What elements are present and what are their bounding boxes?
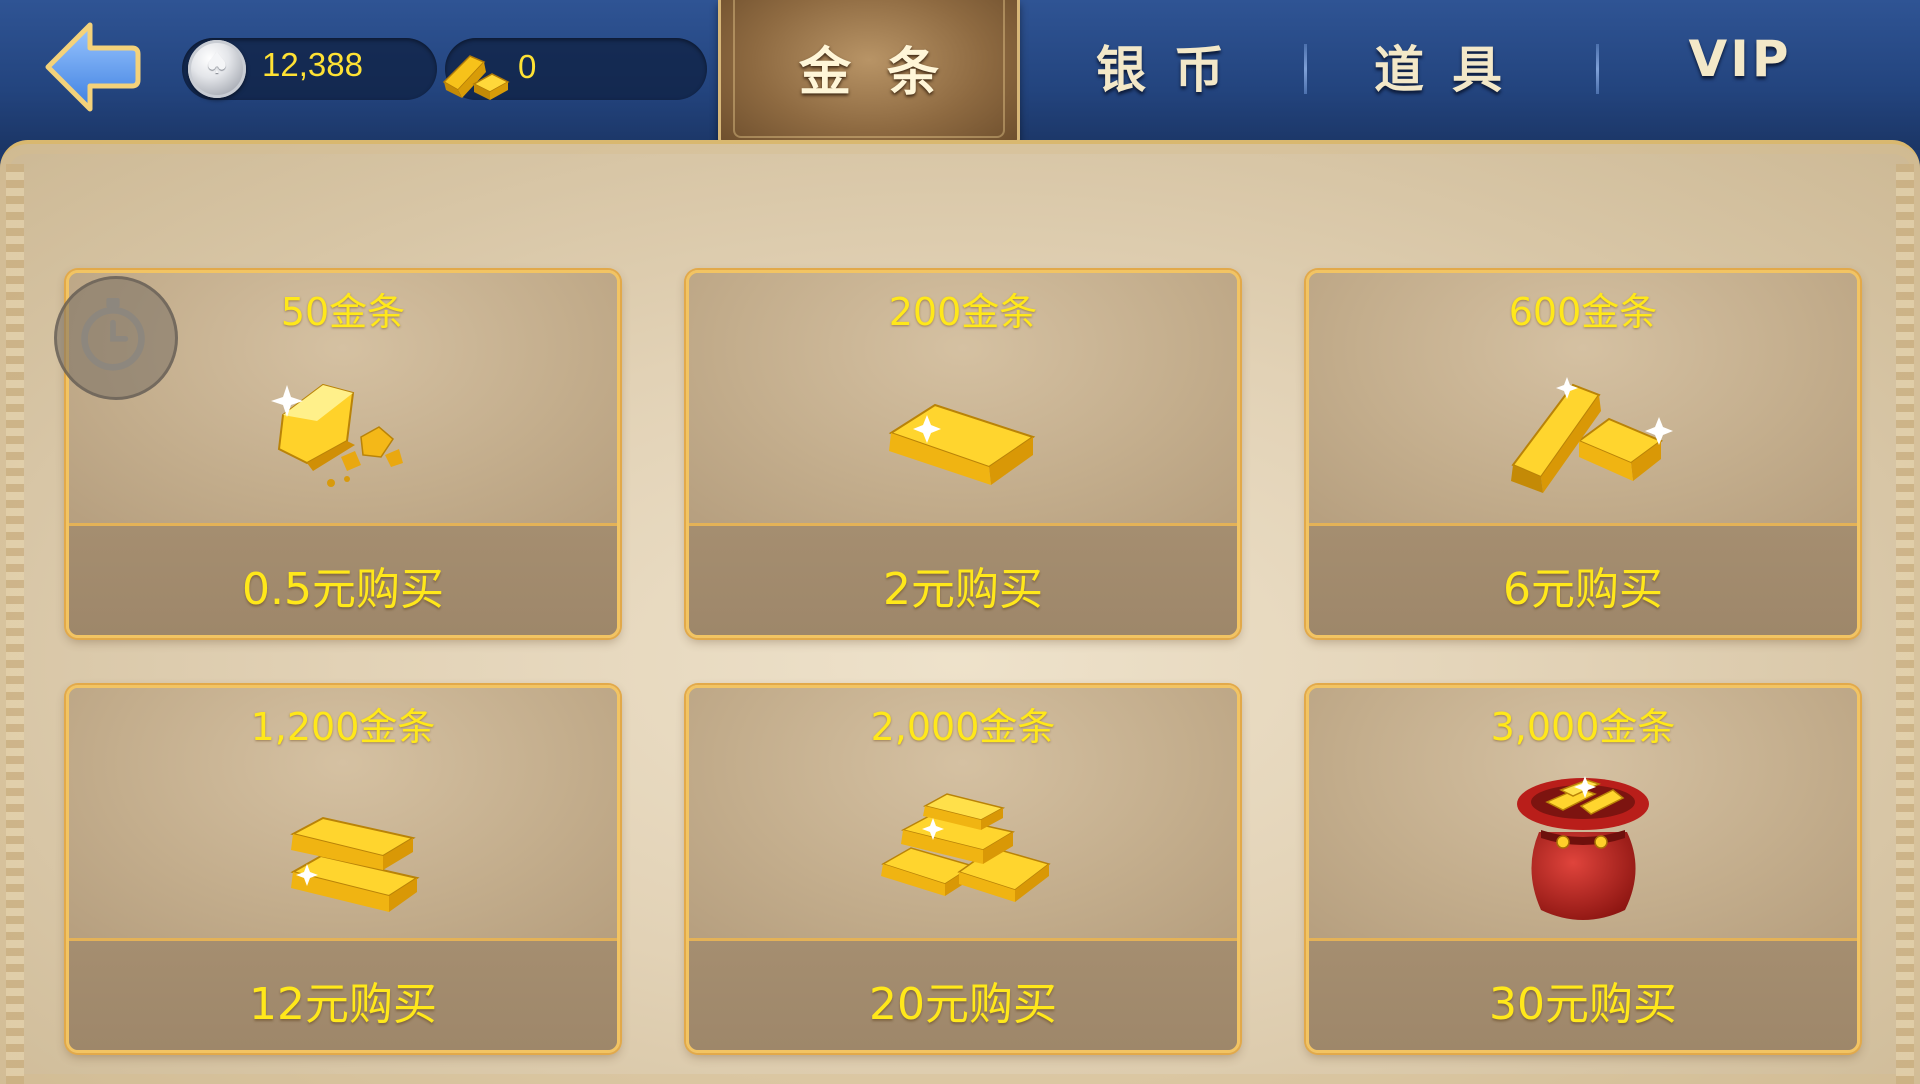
silver-balance: 12,388 [262,46,363,83]
stopwatch-icon [81,297,145,371]
timer-float-button[interactable] [54,276,178,400]
buy-price-button[interactable]: 2元购买 [689,553,1237,617]
buy-price-button[interactable]: 0.5元购买 [69,553,617,617]
stacked-gold-bars-icon [290,816,420,912]
product-card[interactable]: 1,200金条 12元购买 [66,685,620,1053]
two-gold-bars-icon [1511,377,1673,493]
buy-price-button[interactable]: 12元购买 [69,968,617,1032]
product-card[interactable]: 2,000金条 20元购买 [686,685,1240,1053]
tab-separator [1596,44,1599,94]
product-card[interactable]: 3,000金条 30元购买 [1306,685,1860,1053]
panel-border-right [1896,164,1914,1084]
product-amount: 3,000金条 [1490,705,1676,749]
top-bar: ♠ 12,388 0 金条 银币 道具 VIP [0,0,1920,153]
tab-vip[interactable]: VIP [1640,30,1840,100]
product-card[interactable]: 200金条 2元购买 [686,270,1240,638]
gold-bar-pile-icon [881,793,1051,902]
gold-bar-currency-icon [442,55,510,100]
gold-bag-icon [1517,776,1649,920]
gold-balance: 0 [518,48,537,85]
back-arrow-icon[interactable] [42,18,142,116]
silver-coin-icon: ♠ [188,40,246,98]
tab-silver-coins[interactable]: 银币 [1040,30,1280,100]
product-card[interactable]: 600金条 6元购买 [1306,270,1860,638]
product-amount: 200金条 [888,290,1038,334]
buy-price-button[interactable]: 6元购买 [1309,553,1857,617]
tab-separator [1304,44,1307,94]
product-amount: 1,200金条 [250,705,436,749]
product-amount: 2,000金条 [870,705,1056,749]
buy-price-button[interactable]: 30元购买 [1309,968,1857,1032]
tab-props[interactable]: 道具 [1318,30,1558,100]
tab-gold-bars[interactable]: 金条 [718,0,1020,153]
buy-price-button[interactable]: 20元购买 [689,968,1237,1032]
gold-bar-icon [888,403,1036,485]
product-amount: 600金条 [1508,290,1658,334]
panel-border-left [6,164,24,1084]
gold-nugget-icon [271,383,403,487]
tab-gold-bars-label: 金条 [798,43,975,103]
